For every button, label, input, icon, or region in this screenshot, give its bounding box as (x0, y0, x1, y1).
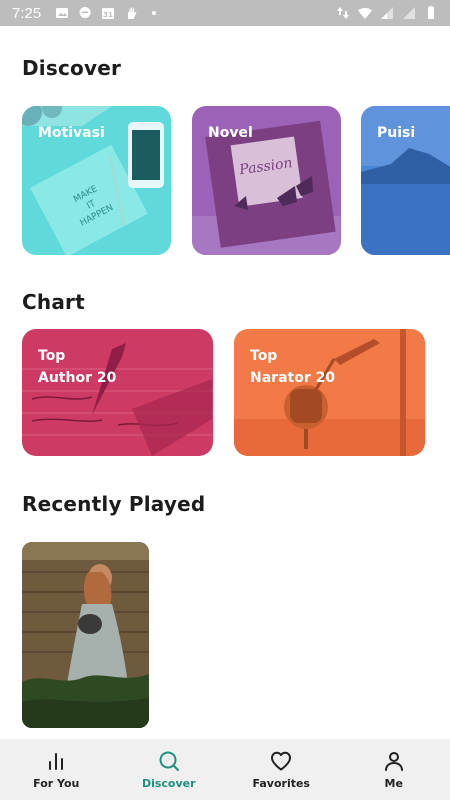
dot-icon (152, 11, 157, 15)
signal-icon (381, 7, 393, 19)
status-time: 7:25 (12, 4, 42, 22)
battery-icon (428, 6, 434, 19)
chart-card-row[interactable]: Top Author 20 Top Narator 20 (0, 329, 450, 457)
bottom-navigation: For You Discover Favorites Me (0, 739, 450, 800)
discover-card-puisi[interactable]: Puisi (361, 106, 450, 255)
discover-card-row[interactable]: MAKE IT HAPPEN Motivasi Passion Novel Pu… (0, 106, 450, 256)
bar-chart-icon (49, 753, 64, 770)
card-label-line1: Top (250, 348, 278, 364)
discover-card-novel[interactable]: Passion Novel (192, 106, 341, 255)
recently-played-item[interactable] (22, 542, 149, 728)
nav-label: For You (33, 777, 80, 790)
card-label: Top Author 20 (38, 345, 116, 389)
wifi-icon (358, 8, 372, 19)
signal-icon (403, 7, 415, 19)
app-screen: 7:25 31 Discover MAKE IT HAPPEN Motivasi… (0, 0, 450, 800)
card-label: Motivasi (38, 125, 105, 141)
recently-played-cover-image (22, 542, 149, 728)
card-label-line2: Author 20 (38, 370, 117, 386)
chart-card-top-author[interactable]: Top Author 20 (22, 329, 213, 456)
notification-icons: 31 (55, 6, 161, 20)
nav-item-me[interactable]: Me (338, 739, 450, 800)
nav-item-for-you[interactable]: For You (0, 739, 113, 800)
card-label: Puisi (377, 125, 416, 141)
nav-item-discover[interactable]: Discover (113, 739, 226, 800)
chart-section-title: Chart (22, 290, 85, 314)
heart-icon (271, 751, 292, 771)
card-label-line2: Narator 20 (250, 370, 336, 386)
card-label-line1: Top (38, 348, 66, 364)
nav-label: Favorites (252, 777, 310, 790)
card-label: Top Narator 20 (250, 345, 335, 389)
recently-played-section-title: Recently Played (22, 492, 206, 516)
chat-icon (79, 7, 91, 18)
system-icons (336, 6, 438, 20)
search-icon (159, 751, 179, 771)
chart-card-top-narator[interactable]: Top Narator 20 (234, 329, 425, 456)
nav-item-favorites[interactable]: Favorites (225, 739, 338, 800)
hand-icon (128, 7, 137, 19)
status-bar: 7:25 31 (0, 0, 450, 26)
calendar-icon: 31 (102, 8, 115, 19)
nav-label: Discover (141, 777, 196, 790)
svg-text:31: 31 (103, 11, 113, 19)
image-icon (56, 8, 69, 18)
nav-label: Me (384, 777, 403, 790)
discover-section-title: Discover (22, 56, 122, 80)
card-label: Novel (208, 125, 253, 141)
discover-card-motivasi[interactable]: MAKE IT HAPPEN Motivasi (22, 106, 171, 255)
person-icon (384, 752, 403, 771)
data-arrows-icon (337, 7, 349, 19)
